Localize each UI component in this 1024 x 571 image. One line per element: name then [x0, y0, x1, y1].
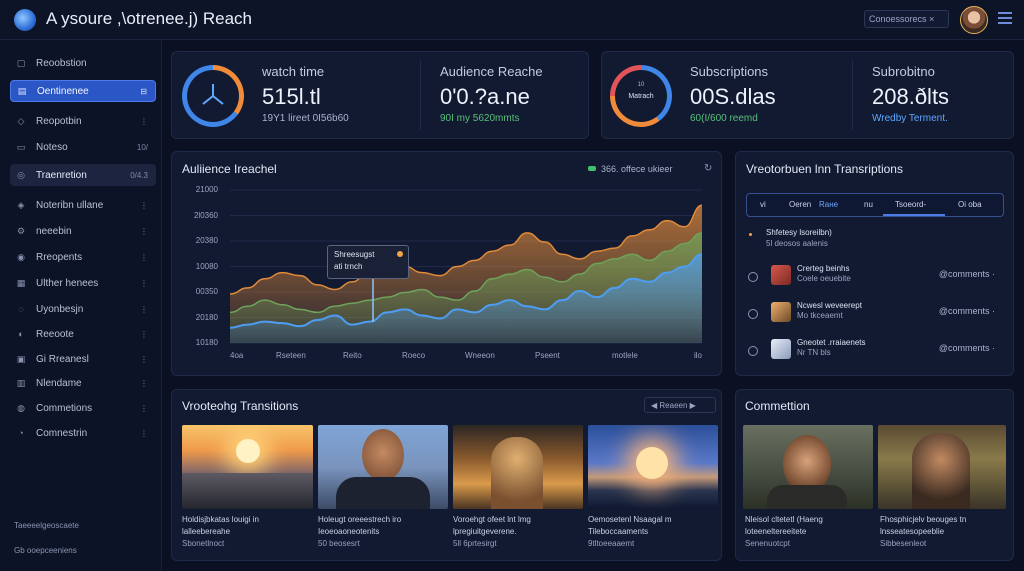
x-tick-label: Reito [343, 351, 362, 360]
y-tick-label: 2l0360 [193, 210, 218, 220]
x-tick-label: Roeco [402, 351, 426, 360]
comments-link[interactable]: @comments · [939, 343, 995, 353]
y-tick-label: 10180 [195, 338, 218, 347]
x-tick-label: Rseteen [276, 351, 306, 360]
list-item[interactable]: Gneotet .rraiaenets Nr TN bls @comments · [745, 338, 1005, 368]
tile-caption: Oemosetenl Nsaagal m Tileboccaaments 9tlto… [588, 515, 672, 548]
media-tile[interactable] [453, 425, 583, 509]
transitions-header-title: Shfetesy lsoreilbn) [766, 228, 832, 237]
media-tile[interactable] [588, 425, 718, 509]
x-tick-label: ilo [694, 351, 703, 360]
x-tick-label: 4oa [230, 351, 244, 360]
x-tick-label: Pseent [535, 351, 560, 360]
media-tile[interactable] [878, 425, 1006, 509]
y-tick-label: 21000 [195, 185, 218, 194]
tab-2[interactable]: Oeren [789, 194, 811, 216]
transitions-header-sub: 5l deosos aalenis [766, 239, 828, 248]
y-tick-label: 10080 [195, 261, 218, 271]
radio-icon[interactable] [748, 272, 758, 282]
tab-4[interactable]: nu [864, 194, 873, 216]
list-item-sub: Coele oeuebite [797, 274, 851, 283]
tile-caption: Fhosphicjelv beouges tn lnsseatesopeeblie… [880, 515, 967, 548]
tab-5[interactable]: Tsoeord- [883, 194, 945, 216]
thumbnail [771, 302, 791, 322]
y-tick-label: 20380 [195, 236, 218, 245]
chart-tooltip: Shreesugst ati trnch [327, 245, 409, 279]
tile-caption: Holdisjbkatas louigi in lalleebereahe Sbon… [182, 515, 259, 548]
tab-1[interactable]: vi [760, 194, 766, 216]
list-item-title: Gneotet .rraiaenets [797, 338, 866, 347]
list-item-title: Ncwesl weveerept [797, 301, 862, 310]
tooltip-title: Shreesugst [334, 250, 375, 259]
tab-3[interactable]: Raнe [819, 194, 838, 216]
media-tile[interactable] [182, 425, 313, 509]
chevron-left-icon: ◀ [651, 401, 658, 410]
list-item-sub: Nr TN bls [797, 348, 831, 357]
y-tick-label: 20180 [195, 312, 218, 322]
list-item-sub: Mo tkceaemt [797, 311, 843, 320]
list-item[interactable]: Crerteg beinhs Coele oeuebite @comments · [745, 264, 1005, 294]
y-tick-label: 00350 [195, 287, 218, 296]
x-tick-label: Wneeon [465, 351, 495, 360]
transitions-title: Vreotorbuen lnn Transriptions [746, 162, 903, 176]
trending-control-label: Reaeen [659, 401, 690, 410]
x-tick-label: motlele [612, 351, 638, 360]
media-tile[interactable] [743, 425, 873, 509]
media-tile[interactable] [318, 425, 448, 509]
radio-icon[interactable] [748, 309, 758, 319]
chevron-right-icon: ▶ [689, 401, 696, 410]
connection-title: Commettion [745, 399, 810, 413]
comments-link[interactable]: @comments · [939, 306, 995, 316]
list-item-title: Crerteg beinhs [797, 264, 850, 273]
tooltip-sub: ati trnch [334, 262, 363, 271]
tooltip-dot [397, 251, 403, 257]
thumbnail [771, 265, 791, 285]
thumbnail [771, 339, 791, 359]
radio-icon[interactable] [748, 346, 758, 356]
tab-6[interactable]: Oi oba [958, 194, 982, 216]
tile-caption: Voroehgt ofeet lnt lmg lpregiuitgeverene.… [453, 515, 531, 548]
tile-caption: Nleisol cltetetl (Haeng loteeneltereeitet… [745, 515, 823, 548]
tile-caption: Holeugt oreeestrech iro Ieoeoaoneotenits 5… [318, 515, 402, 548]
trending-control[interactable]: ◀ Reaeen ▶ [644, 397, 716, 413]
comments-link[interactable]: @comments · [939, 269, 995, 279]
trending-title: Vrooteohg Transitions [182, 399, 299, 413]
list-item[interactable]: Ncwesl weveerept Mo tkceaemt @comments · [745, 301, 1005, 331]
